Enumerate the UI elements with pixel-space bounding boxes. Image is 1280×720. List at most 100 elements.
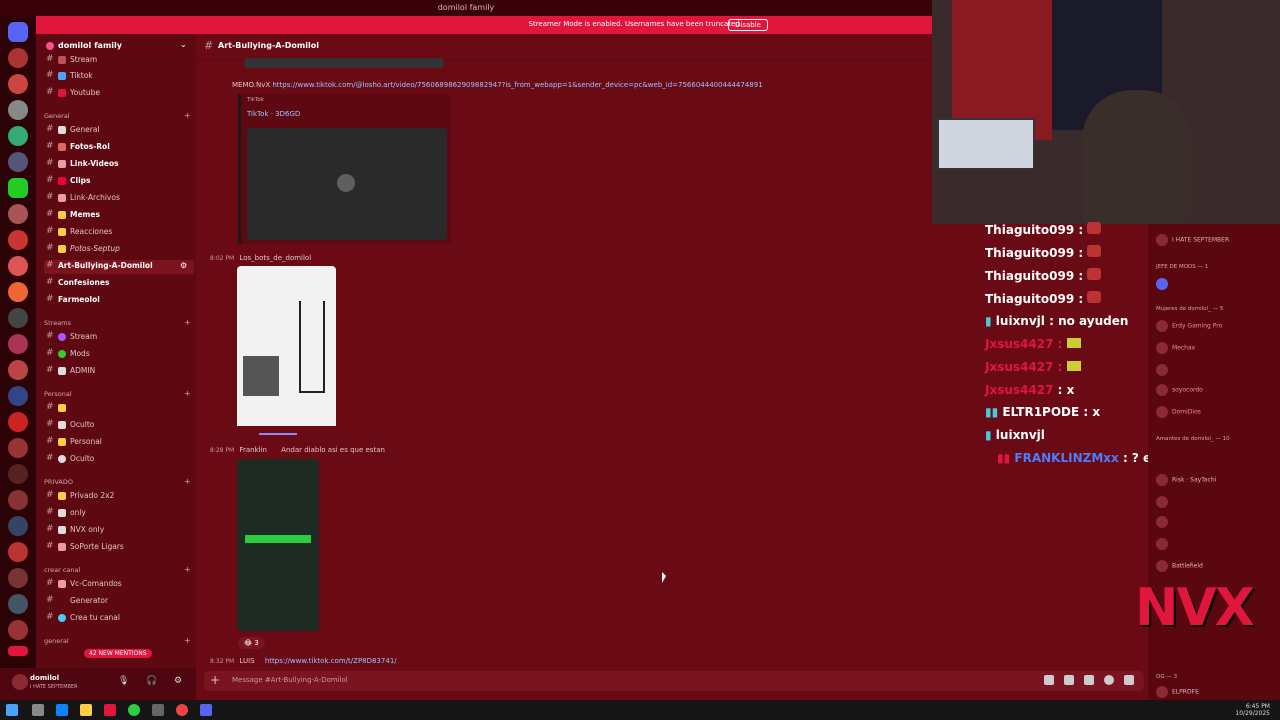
server-icon[interactable]: [8, 126, 28, 146]
server-icon[interactable]: [8, 100, 28, 120]
server-icon[interactable]: [8, 308, 28, 328]
channel-tiktok[interactable]: # Tiktok: [44, 70, 194, 84]
avatar[interactable]: [12, 674, 28, 690]
category-general[interactable]: General +: [44, 111, 191, 120]
channel-soporte-ligars[interactable]: # SoPorte Ligars: [44, 541, 194, 555]
file-explorer-icon[interactable]: [32, 704, 44, 716]
channel-nvx-only[interactable]: # NVX only: [44, 524, 194, 538]
category-streams[interactable]: Streams +: [44, 318, 191, 327]
app-icon[interactable]: [152, 704, 164, 716]
member-item[interactable]: ELPROFE: [1156, 686, 1199, 698]
server-header[interactable]: domilol family ⌄: [36, 40, 196, 54]
server-icon[interactable]: [8, 568, 28, 588]
channel-stream-top[interactable]: # Stream: [44, 54, 194, 68]
channel-mods[interactable]: # Mods: [44, 348, 194, 362]
discord-home-icon[interactable]: [8, 22, 28, 42]
embed-title[interactable]: TikTok · 3D6GD: [247, 110, 300, 118]
headphones-icon[interactable]: 🎧: [146, 676, 157, 686]
member-item[interactable]: Erdy Gaming Pro: [1156, 320, 1222, 332]
app-icon[interactable]: [104, 704, 116, 716]
video-attachment[interactable]: [237, 266, 336, 442]
sticker-icon[interactable]: [1084, 675, 1094, 685]
play-icon[interactable]: [337, 174, 355, 192]
settings-gear-icon[interactable]: ⚙: [174, 676, 182, 686]
server-icon[interactable]: [8, 464, 28, 484]
member-item[interactable]: [1156, 364, 1172, 376]
channel-fotos-septup[interactable]: # Potos-Septup: [44, 243, 194, 257]
chrome-icon[interactable]: [176, 704, 188, 716]
gif-icon[interactable]: [1064, 675, 1074, 685]
gift-icon[interactable]: [1044, 675, 1054, 685]
server-icon[interactable]: [8, 152, 28, 172]
category-privado[interactable]: PRIVADO +: [44, 477, 191, 486]
channel-clips[interactable]: # Clips: [44, 175, 194, 189]
server-icon[interactable]: [8, 438, 28, 458]
member-item[interactable]: [1156, 538, 1172, 550]
member-item[interactable]: Mechax: [1156, 342, 1195, 354]
server-icon[interactable]: [8, 620, 28, 640]
member-item[interactable]: Risk · SayTachi: [1156, 474, 1216, 486]
message-author[interactable]: MEMO.NvX: [232, 81, 270, 89]
apps-icon[interactable]: [1124, 675, 1134, 685]
message-composer[interactable]: + Message #Art-Bullying-A-Domilol: [204, 671, 1144, 691]
server-icon[interactable]: [8, 256, 28, 276]
system-clock[interactable]: 6:45 PM 10/29/2025: [1235, 703, 1270, 717]
channel-oculto-2[interactable]: # Oculto: [44, 453, 194, 467]
message-author[interactable]: Franklin: [239, 446, 267, 454]
video-thumbnail[interactable]: [247, 128, 447, 240]
channel-reacciones[interactable]: # Reacciones: [44, 226, 194, 240]
channel-confesiones[interactable]: # Confesiones: [44, 277, 194, 291]
channel-art-bullying-active[interactable]: # Art-Bullying-A-Domilol ⚙: [44, 260, 194, 274]
emoji-icon[interactable]: [1104, 675, 1114, 685]
channel-personal[interactable]: # Personal: [44, 436, 194, 450]
server-icon[interactable]: [8, 204, 28, 224]
channel-farmeolol[interactable]: # Farmeolol: [44, 294, 194, 308]
reaction-pill[interactable]: 😂 3: [238, 637, 265, 649]
microphone-icon[interactable]: 🎙: [118, 676, 129, 686]
channel-personal-folder[interactable]: #: [44, 402, 194, 416]
server-icon[interactable]: [8, 48, 28, 68]
member-item[interactable]: soyocordo: [1156, 384, 1203, 396]
start-icon[interactable]: [6, 704, 18, 716]
spotify-icon[interactable]: [128, 704, 140, 716]
member-item[interactable]: Battlefield: [1156, 560, 1203, 572]
member-item[interactable]: DomiDios: [1156, 406, 1201, 418]
channel-only[interactable]: # only: [44, 507, 194, 521]
channel-oculto[interactable]: # Oculto: [44, 419, 194, 433]
new-mentions-badge[interactable]: 42 NEW MENTIONS: [84, 649, 152, 658]
server-icon[interactable]: [8, 594, 28, 614]
message-author[interactable]: Los_bots_de_domilol: [239, 254, 311, 262]
channel-memes[interactable]: # Memes: [44, 209, 194, 223]
channel-generator[interactable]: # Generator: [44, 595, 194, 609]
channel-crea-tu-canal[interactable]: # Crea tu canal: [44, 612, 194, 626]
edge-icon[interactable]: [56, 704, 68, 716]
folder-icon[interactable]: [80, 704, 92, 716]
member-status[interactable]: I HATE SEPTEMBER: [1156, 234, 1229, 246]
message-link[interactable]: https://www.tiktok.com/t/ZP8D83741/: [265, 657, 397, 665]
image-attachment[interactable]: [244, 58, 444, 68]
message-author[interactable]: LUIS: [239, 657, 254, 665]
settings-gear-icon[interactable]: ⚙: [180, 261, 187, 270]
chevron-down-icon[interactable]: ⌄: [180, 40, 187, 49]
disable-streamer-mode-button[interactable]: Disable: [728, 19, 768, 31]
server-icon[interactable]: [8, 178, 28, 198]
channel-youtube[interactable]: # Youtube: [44, 87, 194, 101]
video-controls[interactable]: [237, 426, 336, 442]
category-crear-canal[interactable]: crear canal +: [44, 565, 191, 574]
image-attachment[interactable]: [237, 459, 319, 631]
server-icon[interactable]: [8, 412, 28, 432]
server-icon[interactable]: [8, 542, 28, 562]
channel-link-archivos[interactable]: # Link-Archivos: [44, 192, 194, 206]
discord-icon[interactable]: [200, 704, 212, 716]
channel-privado-2x2[interactable]: # Privado 2x2: [44, 490, 194, 504]
video-progress-bar[interactable]: [259, 433, 297, 435]
category-general-2[interactable]: general +: [44, 636, 191, 645]
channel-link-videos[interactable]: # Link-Videos: [44, 158, 194, 172]
server-icon[interactable]: [8, 282, 28, 302]
server-icon[interactable]: [8, 360, 28, 380]
server-icon[interactable]: [8, 490, 28, 510]
channel-stream[interactable]: # Stream: [44, 331, 194, 345]
channel-vc-comandos[interactable]: # Vc-Comandos: [44, 578, 194, 592]
server-icon[interactable]: [8, 334, 28, 354]
new-badge-icon[interactable]: [8, 646, 28, 656]
